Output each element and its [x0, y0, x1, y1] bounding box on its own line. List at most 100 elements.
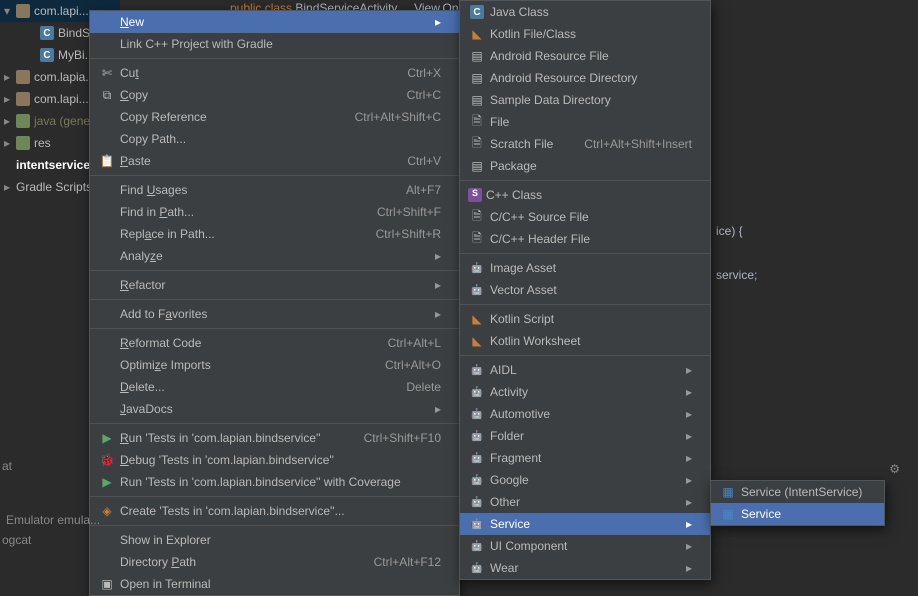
- submenu-arrow-icon: ▸: [415, 307, 441, 321]
- menu-item-scratch-file[interactable]: 🗎Scratch FileCtrl+Alt+Shift+Insert: [460, 133, 710, 155]
- menu-item-kotlin-worksheet[interactable]: ◣Kotlin Worksheet: [460, 330, 710, 352]
- android-icon: 🤖: [468, 407, 486, 421]
- menu-item-optimize-imports[interactable]: Optimize ImportsCtrl+Alt+O: [90, 354, 459, 376]
- menu-item-cut[interactable]: ✄CutCtrl+X: [90, 62, 459, 84]
- menu-item-android-resource-file[interactable]: ▤Android Resource File: [460, 45, 710, 67]
- chevron-right-icon: ▸: [4, 136, 12, 150]
- menu-item-replace-in-path[interactable]: Replace in Path...Ctrl+Shift+R: [90, 223, 459, 245]
- terminal-icon: ▣: [98, 577, 116, 591]
- cut-icon: ✄: [98, 66, 116, 80]
- menu-item-image-asset[interactable]: 🤖Image Asset: [460, 257, 710, 279]
- menu-item-javadocs[interactable]: JavaDocs▸: [90, 398, 459, 420]
- submenu-arrow-icon: ▸: [415, 402, 441, 416]
- java-class-icon: C: [470, 5, 484, 19]
- kotlin-icon: ◣: [468, 334, 486, 348]
- kotlin-icon: ◣: [468, 27, 486, 41]
- menu-item-aidl[interactable]: 🤖AIDL▸: [460, 359, 710, 381]
- menu-item-find-usages[interactable]: Find UsagesAlt+F7: [90, 179, 459, 201]
- chevron-right-icon: ▸: [4, 180, 12, 194]
- menu-item-package[interactable]: ▤Package: [460, 155, 710, 177]
- chevron-right-icon: ▸: [4, 114, 12, 128]
- submenu-arrow-icon: ▸: [666, 363, 692, 377]
- submenu-arrow-icon: ▸: [415, 278, 441, 292]
- chevron-right-icon: ▸: [4, 70, 12, 84]
- android-icon: 🤖: [468, 283, 486, 297]
- android-icon: 🤖: [468, 363, 486, 377]
- menu-item-refactor[interactable]: Refactor▸: [90, 274, 459, 296]
- tool-window-bar: at Emulator emula... ogcat: [0, 459, 918, 549]
- submenu-arrow-icon: ▸: [666, 385, 692, 399]
- folder-icon: [16, 136, 30, 150]
- menu-item-paste[interactable]: 📋PasteCtrl+V: [90, 150, 459, 172]
- menu-item-link-cpp[interactable]: Link C++ Project with Gradle: [90, 33, 459, 55]
- submenu-arrow-icon: ▸: [666, 561, 692, 575]
- android-icon: 🤖: [468, 261, 486, 275]
- tool-tab-emulator[interactable]: Emulator emula...: [6, 513, 100, 527]
- tool-tab-logcat[interactable]: ogcat: [2, 533, 31, 547]
- chevron-right-icon: ▸: [4, 92, 12, 106]
- cpp-icon: S: [468, 188, 482, 202]
- separator: [460, 253, 710, 254]
- package-icon: [16, 70, 30, 84]
- menu-item-vector-asset[interactable]: 🤖Vector Asset: [460, 279, 710, 301]
- separator: [90, 299, 459, 300]
- menu-item-directory-path[interactable]: Directory PathCtrl+Alt+F12: [90, 551, 459, 573]
- menu-item-analyze[interactable]: Analyze▸: [90, 245, 459, 267]
- run-icon: ▶: [98, 431, 116, 445]
- file-icon: ▤: [468, 49, 486, 63]
- menu-item-kotlin-script[interactable]: ◣Kotlin Script: [460, 308, 710, 330]
- h-file-icon: 🗎: [468, 229, 486, 250]
- submenu-arrow-icon: ▸: [415, 15, 441, 29]
- menu-item-kotlin-class[interactable]: ◣Kotlin File/Class: [460, 23, 710, 45]
- separator: [460, 355, 710, 356]
- separator: [90, 270, 459, 271]
- menu-item-copy-reference[interactable]: Copy ReferenceCtrl+Alt+Shift+C: [90, 106, 459, 128]
- menu-item-find-in-path[interactable]: Find in Path...Ctrl+Shift+F: [90, 201, 459, 223]
- submenu-arrow-icon: ▸: [415, 249, 441, 263]
- chevron-down-icon: ▾: [4, 4, 12, 18]
- class-icon: C: [40, 48, 54, 62]
- separator: [90, 58, 459, 59]
- package-icon: ▤: [468, 159, 486, 173]
- menu-item-copy-path[interactable]: Copy Path...: [90, 128, 459, 150]
- folder-icon: [16, 114, 30, 128]
- folder-icon: ▤: [468, 71, 486, 85]
- menu-item-file[interactable]: 🗎File: [460, 111, 710, 133]
- tool-tab[interactable]: at: [2, 459, 12, 473]
- package-icon: [16, 4, 30, 18]
- menu-item-cpp-class[interactable]: SC++ Class: [460, 184, 710, 206]
- menu-item-c-source[interactable]: 🗎C/C++ Source File: [460, 206, 710, 228]
- menu-item-android-resource-dir[interactable]: ▤Android Resource Directory: [460, 67, 710, 89]
- menu-item-new[interactable]: New▸: [90, 11, 459, 33]
- menu-item-wear[interactable]: 🤖Wear▸: [460, 557, 710, 579]
- copy-icon: ⧉: [98, 88, 116, 103]
- folder-icon: ▤: [468, 93, 486, 107]
- menu-item-c-header[interactable]: 🗎C/C++ Header File: [460, 228, 710, 250]
- separator: [460, 304, 710, 305]
- menu-item-run-tests[interactable]: ▶Run 'Tests in 'com.lapian.bindservice''…: [90, 427, 459, 449]
- menu-item-activity[interactable]: 🤖Activity▸: [460, 381, 710, 403]
- menu-item-open-terminal[interactable]: ▣Open in Terminal: [90, 573, 459, 595]
- submenu-arrow-icon: ▸: [666, 429, 692, 443]
- menu-item-automotive[interactable]: 🤖Automotive▸: [460, 403, 710, 425]
- file-icon: 🗎: [468, 112, 486, 133]
- separator: [90, 328, 459, 329]
- separator: [90, 423, 459, 424]
- menu-item-add-favorites[interactable]: Add to Favorites▸: [90, 303, 459, 325]
- menu-item-java-class[interactable]: CJava Class: [460, 1, 710, 23]
- menu-item-folder[interactable]: 🤖Folder▸: [460, 425, 710, 447]
- separator: [90, 175, 459, 176]
- menu-item-reformat[interactable]: Reformat CodeCtrl+Alt+L: [90, 332, 459, 354]
- submenu-arrow-icon: ▸: [666, 407, 692, 421]
- menu-item-delete[interactable]: Delete...Delete: [90, 376, 459, 398]
- android-icon: 🤖: [468, 561, 486, 575]
- separator: [460, 180, 710, 181]
- class-icon: C: [40, 26, 54, 40]
- editor-code-bg: ice) { service;: [716, 220, 757, 286]
- menu-item-sample-data-dir[interactable]: ▤Sample Data Directory: [460, 89, 710, 111]
- scratch-icon: 🗎: [468, 134, 486, 155]
- android-icon: 🤖: [468, 429, 486, 443]
- menu-item-copy[interactable]: ⧉CopyCtrl+C: [90, 84, 459, 106]
- kotlin-icon: ◣: [468, 312, 486, 326]
- c-file-icon: 🗎: [468, 207, 486, 228]
